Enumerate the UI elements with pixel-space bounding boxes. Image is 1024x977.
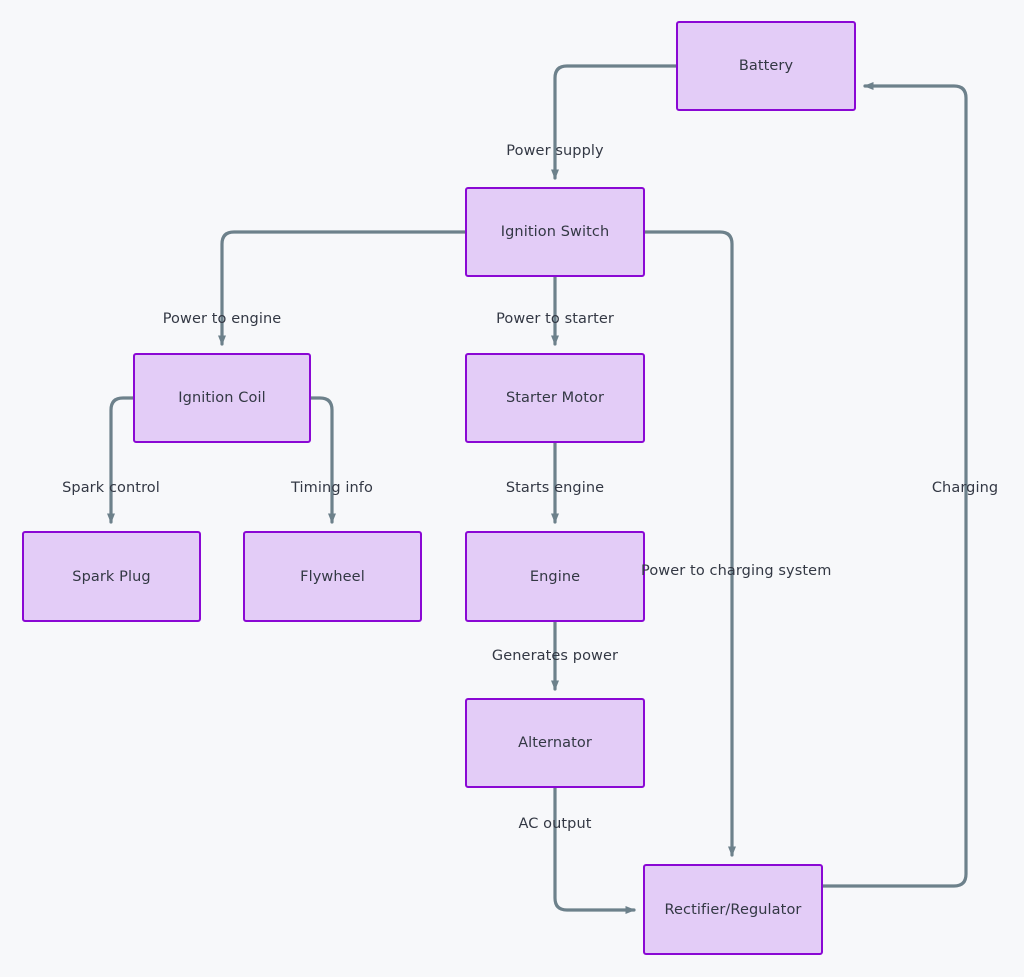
node-label: Spark Plug	[72, 568, 151, 585]
node-starter-motor[interactable]: Starter Motor	[465, 353, 645, 443]
edge-label-power-to-starter: Power to starter	[496, 311, 614, 327]
node-alternator[interactable]: Alternator	[465, 698, 645, 788]
edge-label-power-to-charging-system: Power to charging system	[641, 563, 832, 579]
edge-ignition-switch-to-coil	[218, 230, 467, 346]
edge-label-timing-info: Timing info	[291, 480, 373, 496]
node-label: Battery	[738, 58, 794, 74]
edge-label-ac-output: AC output	[518, 816, 592, 832]
edge-label-charging: Charging	[931, 480, 999, 496]
edge-label-power-supply: Power supply	[506, 143, 604, 159]
node-label: Starter Motor	[505, 390, 605, 406]
edge-label-starts-engine: Starts engine	[505, 480, 605, 496]
edge-coil-to-spark-plug	[107, 396, 135, 524]
node-label: Rectifier/Regulator	[664, 901, 802, 918]
node-label: Ignition Coil	[178, 390, 266, 406]
node-label: Ignition Switch	[500, 224, 610, 240]
edge-label-spark-control: Spark control	[62, 480, 160, 496]
node-engine[interactable]: Engine	[465, 531, 645, 622]
node-ignition-coil[interactable]: Ignition Coil	[133, 353, 311, 443]
node-rectifier-regulator[interactable]: Rectifier/Regulator	[643, 864, 823, 955]
node-ignition-switch[interactable]: Ignition Switch	[465, 187, 645, 277]
node-battery[interactable]: Battery	[676, 21, 856, 111]
edge-ignition-switch-to-rectifier	[643, 230, 736, 857]
edge-label-generates-power: Generates power	[491, 648, 619, 664]
node-label: Alternator	[518, 735, 592, 751]
flowchart-diagram: Battery Ignition Switch Ignition Coil St…	[0, 0, 1024, 977]
node-label: Flywheel	[300, 568, 365, 585]
node-flywheel[interactable]: Flywheel	[243, 531, 422, 622]
edge-alternator-to-rectifier	[553, 786, 636, 914]
node-label: Engine	[529, 568, 581, 585]
edge-label-power-to-engine: Power to engine	[162, 311, 282, 327]
node-spark-plug[interactable]: Spark Plug	[22, 531, 201, 622]
edge-coil-to-flywheel	[309, 396, 336, 524]
edge-battery-to-ignition-switch	[551, 64, 678, 180]
